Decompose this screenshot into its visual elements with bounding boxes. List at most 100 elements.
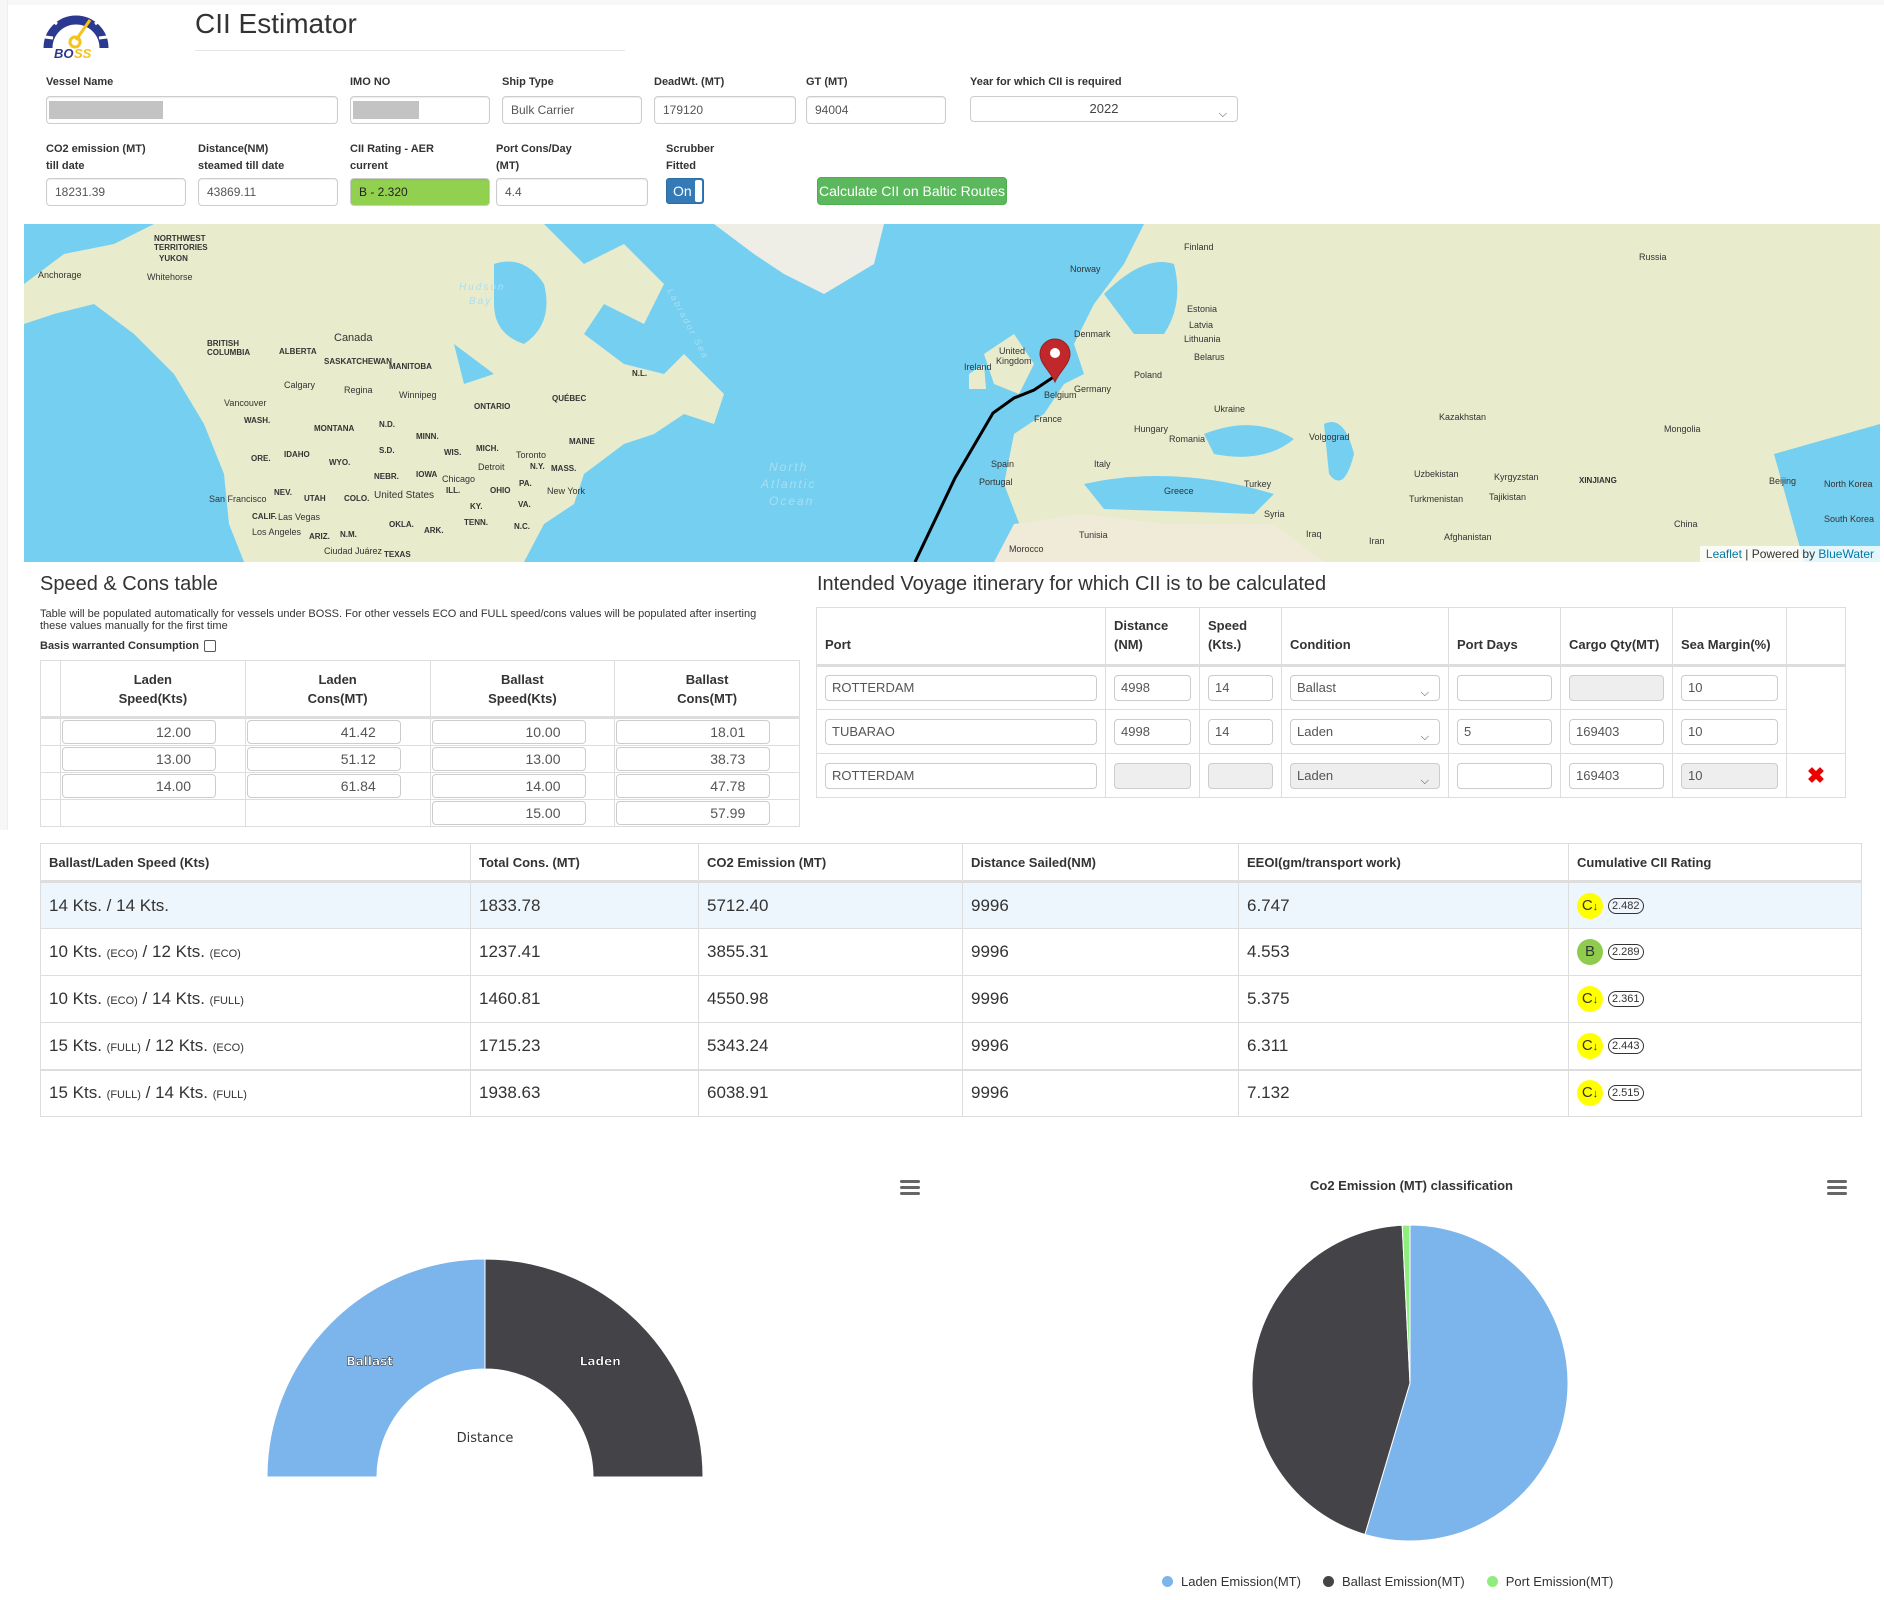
port-input[interactable]: ROTTERDAM <box>825 675 1097 701</box>
legend-item[interactable]: Laden Emission(MT) <box>1162 1574 1301 1589</box>
co2-cell: 6038.91 <box>698 1068 963 1117</box>
sea-margin-input[interactable]: 10 <box>1681 675 1778 701</box>
route-map[interactable]: NORTHWEST TERRITORIES YUKON Anchorage Wh… <box>24 224 1880 562</box>
legend-dot-icon <box>1322 1576 1334 1587</box>
condition-select[interactable]: Laden ⌵ <box>1290 762 1440 789</box>
co2-cell: 5712.40 <box>698 881 963 929</box>
laden-cons-input[interactable]: 61.84 <box>246 774 401 798</box>
cii-rating-input[interactable]: B - 2.320 <box>350 178 490 206</box>
distance-input[interactable]: 43869.11 <box>198 178 338 206</box>
scrubber-toggle[interactable]: On <box>666 178 704 204</box>
rating-value: 2.443 <box>1608 1037 1644 1054</box>
ballast-cons-input[interactable]: 57.99 <box>616 801 771 825</box>
ballast-cons-input[interactable]: 18.01 <box>616 720 771 744</box>
map-label: Chicago <box>442 474 476 484</box>
map-label: TERRITORIES <box>154 243 208 252</box>
ballast-speed-input[interactable]: 13.00 <box>431 747 586 771</box>
speed-input[interactable]: 14 <box>1208 675 1273 701</box>
vessel-name-input[interactable] <box>46 96 338 124</box>
calculate-cii-button[interactable]: Calculate CII on Baltic Routes <box>817 177 1007 205</box>
itinerary-row: ROTTERDAM Laden ⌵ 169403 10 ✖ <box>816 753 1846 798</box>
port-days-input[interactable] <box>1457 762 1552 789</box>
ballast-cons-input[interactable]: 47.78 <box>616 774 771 798</box>
ballast-speed-input[interactable]: 15.00 <box>431 801 586 825</box>
sea-margin-input[interactable]: 10 <box>1681 718 1778 745</box>
co2-emission-input[interactable]: 18231.39 <box>46 178 186 206</box>
legend-dot-icon <box>1162 1576 1173 1587</box>
map-label: Whitehorse <box>147 272 193 282</box>
gt-input[interactable]: 94004 <box>806 96 946 124</box>
laden-cons-input[interactable]: 51.12 <box>246 747 401 771</box>
ballast-speed-input[interactable]: 14.00 <box>431 774 586 798</box>
left-strip <box>0 0 8 830</box>
port-input[interactable]: ROTTERDAM <box>825 762 1097 789</box>
redacted-value <box>49 101 163 119</box>
port-cons-label-line2: (MT) <box>496 160 520 172</box>
deadweight-input[interactable]: 179120 <box>654 96 796 124</box>
chart2-legend: Laden Emission(MT) Ballast Emission(MT) Po… <box>1162 1574 1635 1590</box>
cargo-input[interactable]: 169403 <box>1569 762 1664 789</box>
laden-speed-input[interactable]: 14.00 <box>62 774 216 798</box>
result-row: 15 Kts. (FULL) / 12 Kts. (ECO) 1715.23 534… <box>40 1022 1862 1070</box>
legend-item[interactable]: Ballast Emission(MT) <box>1322 1574 1465 1589</box>
eeoi-cell: 6.747 <box>1238 881 1569 929</box>
port-days-input[interactable]: 5 <box>1457 718 1552 745</box>
map-label: Atlantic <box>761 477 817 491</box>
condition-select[interactable]: Laden ⌵ <box>1290 718 1440 745</box>
year-select[interactable]: 2022 ⌵ <box>970 96 1238 122</box>
rating-badge: C↓ <box>1577 986 1603 1012</box>
laden-speed-input[interactable]: 13.00 <box>62 747 216 771</box>
ballast-speed-input[interactable]: 10.00 <box>431 720 586 744</box>
map-label: Toronto <box>516 450 547 460</box>
port-cons-input[interactable]: 4.4 <box>496 178 648 206</box>
col-distance: Distance (NM) <box>1105 607 1200 667</box>
ship-type-input[interactable]: Bulk Carrier <box>502 96 642 124</box>
condition-select[interactable]: Ballast ⌵ <box>1290 675 1440 701</box>
table-header-row: Laden Speed(Kts) Laden Cons(MT) Ballast Spe… <box>40 660 800 719</box>
chart1-menu-icon[interactable] <box>900 1180 920 1196</box>
speed-input[interactable] <box>1208 762 1273 789</box>
map-label: IOWA <box>416 470 438 479</box>
map-label: PA. <box>519 479 532 488</box>
speed-combo-cell: 14 Kts. / 14 Kts. <box>40 881 471 929</box>
col-co2: CO2 Emission (MT) <box>698 843 963 883</box>
speed-input[interactable]: 14 <box>1208 718 1273 745</box>
laden-cons-input[interactable]: 41.42 <box>246 720 401 744</box>
rating-badge: C↓ <box>1577 892 1603 919</box>
eeoi-cell: 7.132 <box>1238 1068 1569 1117</box>
map-label: Hudson <box>459 282 506 293</box>
port-days-input[interactable] <box>1457 675 1552 701</box>
distance-input[interactable]: 4998 <box>1114 675 1191 701</box>
empty-cell <box>244 799 431 827</box>
map-label: Las Vegas <box>278 512 321 522</box>
year-label: Year for which CII is required <box>970 76 1122 88</box>
result-row: 14 Kts. / 14 Kts. 1833.78 5712.40 9996 6.74… <box>40 881 1862 929</box>
map-label: Spain <box>991 459 1015 469</box>
map-label: Kingdom <box>996 356 1032 366</box>
map-label: Belarus <box>1194 352 1225 362</box>
cargo-input[interactable]: 169403 <box>1569 718 1664 745</box>
distance-input[interactable]: 4998 <box>1114 718 1191 745</box>
leaflet-link[interactable]: Leaflet <box>1706 547 1742 561</box>
map-attribution: Leaflet | Powered by BlueWater <box>1699 546 1880 562</box>
bluewater-link[interactable]: BlueWater <box>1818 547 1874 561</box>
map-label: Kazakhstan <box>1439 412 1487 422</box>
distance-input[interactable] <box>1114 762 1191 789</box>
imo-no-input[interactable] <box>350 96 490 124</box>
table-row: 12.00 41.42 10.00 18.01 <box>40 717 800 746</box>
laden-speed-input[interactable]: 12.00 <box>62 720 216 744</box>
port-input[interactable]: TUBARAO <box>825 718 1097 745</box>
map-label: MANITOBA <box>389 362 432 371</box>
rating-badge: B <box>1577 939 1603 965</box>
legend-label: Laden Emission(MT) <box>1181 1574 1301 1589</box>
results-table: Ballast/Laden Speed (Kts) Total Cons. (M… <box>40 843 1862 1117</box>
basis-warranted-checkbox[interactable] <box>203 640 216 653</box>
sea-margin-input[interactable]: 10 <box>1681 762 1778 789</box>
map-label: United States <box>374 490 435 501</box>
ballast-cons-input[interactable]: 38.73 <box>616 747 771 771</box>
delete-row-icon[interactable]: ✖ <box>1786 753 1846 798</box>
cargo-input[interactable] <box>1569 675 1664 701</box>
legend-item[interactable]: Port Emission(MT) <box>1486 1574 1613 1589</box>
chart2-menu-icon[interactable] <box>1827 1180 1847 1196</box>
map-label: Estonia <box>1187 304 1218 314</box>
